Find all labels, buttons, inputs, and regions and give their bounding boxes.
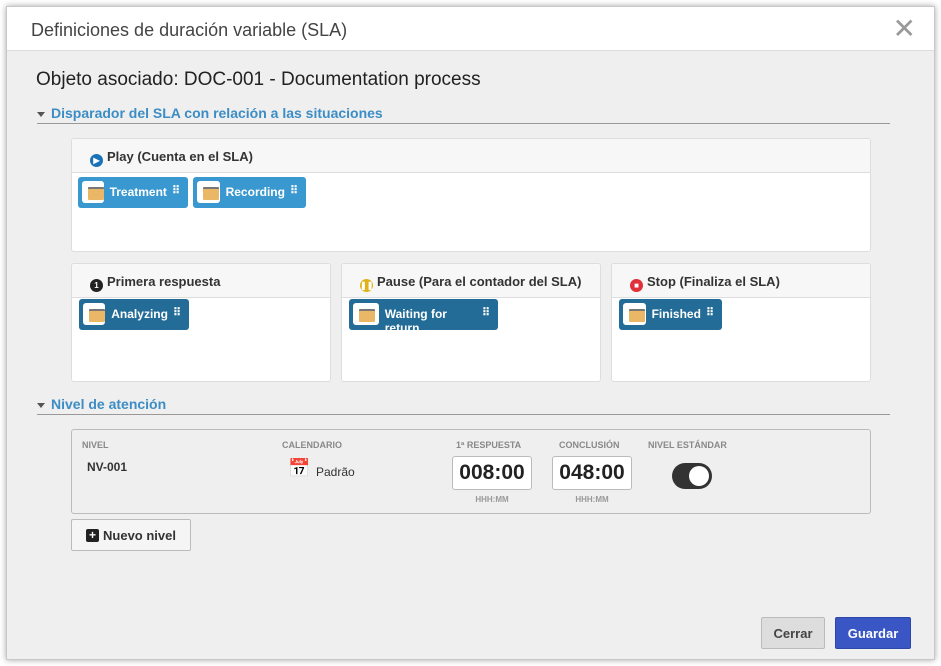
level-row: NIVEL CALENDARIO 1ª RESPUESTA CONCLUSIÓN…: [71, 429, 871, 514]
status-chip-waiting[interactable]: Waiting for return ⠿: [349, 299, 498, 335]
button-label: Nuevo nivel: [103, 527, 176, 543]
chip-label: Recording: [225, 185, 285, 199]
folder-icon: [197, 181, 220, 203]
drag-handle-icon[interactable]: ⠿: [706, 306, 714, 319]
calendar-icon: 📅: [288, 458, 311, 478]
folder-icon: [83, 303, 106, 325]
col-header-first-response: 1ª RESPUESTA: [456, 440, 522, 450]
col-header-level: NIVEL: [82, 440, 109, 450]
level-code: NV-001: [87, 460, 128, 474]
col-header-calendar: CALENDARIO: [282, 440, 342, 450]
stop-panel: ■ Stop (Finaliza el SLA) Finished ⠿: [611, 263, 871, 382]
new-level-button[interactable]: + Nuevo nivel: [71, 519, 191, 551]
col-header-conclusion: CONCLUSIÓN: [559, 440, 620, 450]
col-header-standard: NIVEL ESTÁNDAR: [648, 440, 727, 450]
conclusion-input[interactable]: 048:00: [552, 456, 632, 490]
associated-object: Objeto asociado: DOC-001 - Documentation…: [36, 69, 481, 90]
folder-icon: [353, 303, 379, 325]
plus-icon: +: [86, 528, 100, 542]
status-chip-recording[interactable]: Recording ⠿: [193, 177, 306, 208]
standard-level-toggle[interactable]: [672, 463, 712, 489]
chip-label: Waiting for return: [384, 307, 447, 335]
drag-handle-icon[interactable]: ⠿: [172, 184, 180, 197]
close-button[interactable]: Cerrar: [761, 617, 825, 649]
first-response-input[interactable]: 008:00: [452, 456, 532, 490]
play-icon: ▶: [90, 154, 103, 167]
format-hint: HHH:MM: [575, 495, 609, 504]
panel-title: Stop (Finaliza el SLA): [647, 274, 780, 289]
stop-icon: ■: [630, 279, 643, 292]
section-title: Disparador del SLA con relación a las si…: [51, 105, 383, 121]
close-icon[interactable]: ✕: [893, 15, 916, 43]
dialog-header: Definiciones de duración variable (SLA) …: [7, 7, 934, 51]
save-button[interactable]: Guardar: [835, 617, 911, 649]
folder-icon: [82, 181, 104, 203]
status-chip-analyzing[interactable]: Analyzing ⠿: [79, 299, 189, 330]
drag-handle-icon[interactable]: ⠿: [173, 306, 181, 319]
panel-title: Pause (Para el contador del SLA): [377, 274, 582, 289]
pause-panel: ❚❚ Pause (Para el contador del SLA) Waiti…: [341, 263, 601, 382]
pause-icon: ❚❚: [360, 279, 374, 292]
panel-title: Play (Cuenta en el SLA): [107, 149, 253, 164]
drag-handle-icon[interactable]: ⠿: [290, 184, 298, 197]
first-response-panel: 1 Primera respuesta Analyzing ⠿: [71, 263, 331, 382]
number-one-icon: 1: [90, 279, 103, 292]
play-panel: ▶ Play (Cuenta en el SLA) Treatment ⠿ Reco…: [71, 138, 871, 252]
chip-label: Analyzing: [111, 307, 168, 321]
calendar-value: Padrão: [316, 465, 355, 479]
chip-label: Treatment: [109, 185, 167, 199]
section-title: Nivel de atención: [51, 396, 167, 412]
caret-down-icon: [37, 111, 45, 117]
format-hint: HHH:MM: [475, 495, 509, 504]
status-chip-treatment[interactable]: Treatment ⠿: [78, 177, 188, 208]
sla-dialog: Definiciones de duración variable (SLA) …: [6, 6, 935, 660]
trigger-section-header[interactable]: Disparador del SLA con relación a las si…: [37, 105, 890, 124]
level-section-header[interactable]: Nivel de atención: [37, 396, 890, 415]
caret-down-icon: [37, 402, 45, 408]
folder-icon: [623, 303, 646, 325]
status-chip-finished[interactable]: Finished ⠿: [619, 299, 722, 330]
panel-title: Primera respuesta: [107, 274, 221, 289]
chip-label: Finished: [651, 307, 701, 321]
drag-handle-icon[interactable]: ⠿: [482, 306, 490, 319]
dialog-title: Definiciones de duración variable (SLA): [31, 20, 348, 40]
